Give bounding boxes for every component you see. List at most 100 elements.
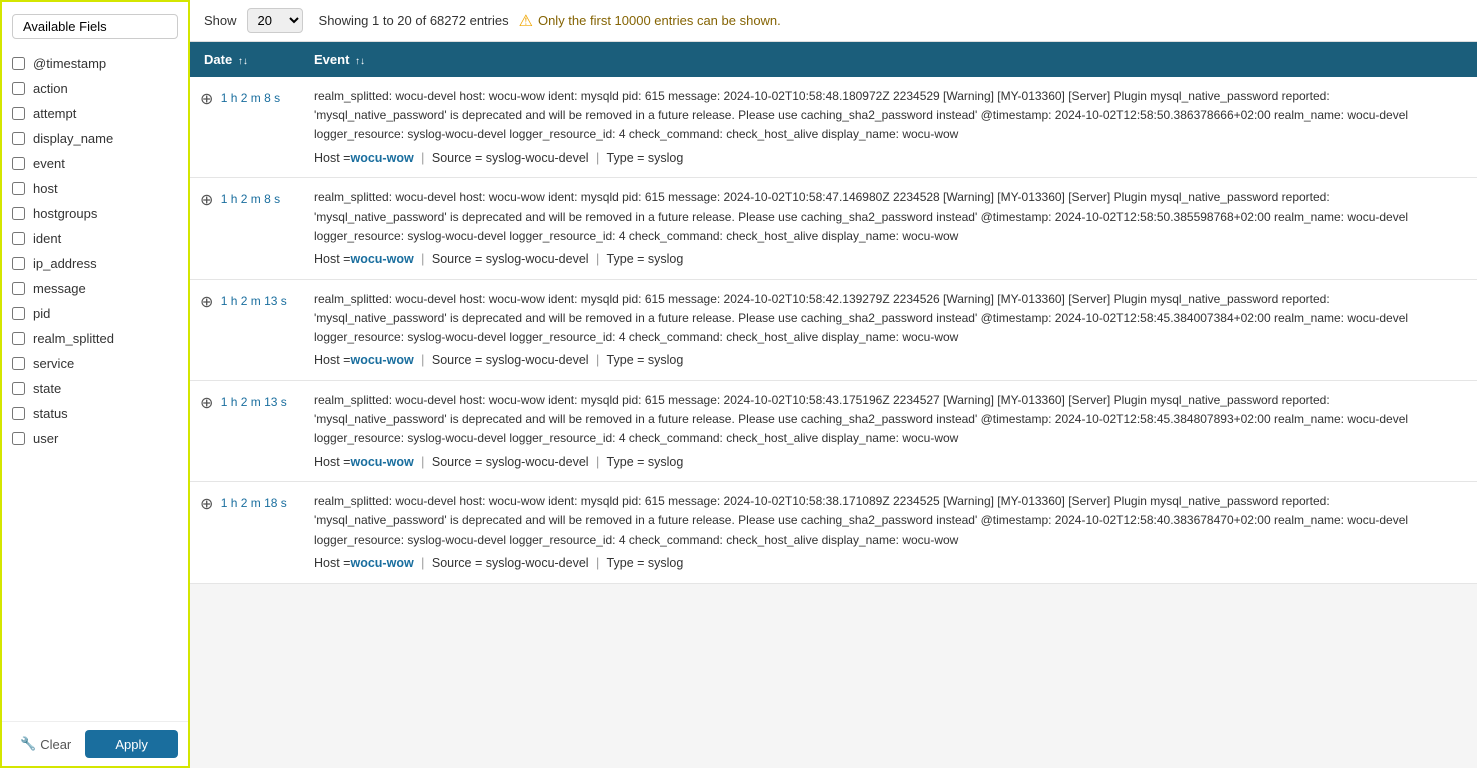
field-label-ip_address: ip_address [33,256,97,271]
field-checkbox-realm_splitted[interactable] [12,332,25,345]
field-checkbox-timestamp[interactable] [12,57,25,70]
field-checkbox-display_name[interactable] [12,132,25,145]
expand-button-2[interactable]: ⊕ [200,292,213,312]
field-checkbox-ident[interactable] [12,232,25,245]
field-item-hostgroups: hostgroups [2,201,188,226]
wrench-icon: 🔧 [20,736,36,752]
field-item-pid: pid [2,301,188,326]
field-item-display_name: display_name [2,126,188,151]
table-row: ⊕ 1 h 2 m 13 s realm_splitted: wocu-deve… [190,380,1477,481]
date-sort-icon: ↑↓ [238,56,248,67]
field-label-status: status [33,406,68,421]
host-value-4: wocu-wow [350,556,413,570]
event-detail-2: realm_splitted: wocu-devel host: wocu-wo… [314,290,1463,348]
field-item-timestamp: @timestamp [2,51,188,76]
main-content: Show 102050100 Showing 1 to 20 of 68272 … [190,0,1477,768]
clear-button[interactable]: 🔧 Clear [12,730,79,758]
field-label-pid: pid [33,306,50,321]
table-header: Date ↑↓ Event ↑↓ [190,42,1477,77]
show-select[interactable]: 102050100 [247,8,303,33]
field-checkbox-host[interactable] [12,182,25,195]
apply-button[interactable]: Apply [85,730,178,758]
field-checkbox-message[interactable] [12,282,25,295]
field-checkbox-service[interactable] [12,357,25,370]
time-cell-2: ⊕ 1 h 2 m 13 s [190,279,300,380]
event-summary-4: Host =wocu-wow | Source = syslog-wocu-de… [314,554,1463,573]
expand-button-0[interactable]: ⊕ [200,89,213,109]
event-detail-4: realm_splitted: wocu-devel host: wocu-wo… [314,492,1463,550]
field-checkbox-event[interactable] [12,157,25,170]
field-checkbox-ip_address[interactable] [12,257,25,270]
topbar: Show 102050100 Showing 1 to 20 of 68272 … [190,0,1477,42]
time-value-4: 1 h 2 m 18 s [221,496,287,510]
events-table: Date ↑↓ Event ↑↓ ⊕ 1 h 2 m 8 s realm_ [190,42,1477,584]
field-checkbox-user[interactable] [12,432,25,445]
host-value-2: wocu-wow [350,353,413,367]
warning-badge: ⚠ Only the first 10000 entries can be sh… [519,11,781,31]
event-cell-1: realm_splitted: wocu-devel host: wocu-wo… [300,178,1477,279]
event-summary-3: Host =wocu-wow | Source = syslog-wocu-de… [314,453,1463,472]
entries-info: Showing 1 to 20 of 68272 entries [319,13,509,28]
expand-button-1[interactable]: ⊕ [200,190,213,210]
field-item-state: state [2,376,188,401]
sidebar: Available Fiels @timestamp action attemp… [0,0,190,768]
field-label-action: action [33,81,68,96]
warning-text: Only the first 10000 entries can be show… [538,13,781,28]
field-item-status: status [2,401,188,426]
event-detail-3: realm_splitted: wocu-devel host: wocu-wo… [314,391,1463,449]
host-value-0: wocu-wow [350,151,413,165]
table-body: ⊕ 1 h 2 m 8 s realm_splitted: wocu-devel… [190,77,1477,583]
fields-list: @timestamp action attempt display_name e… [2,47,188,721]
time-value-2: 1 h 2 m 13 s [221,294,287,308]
table-row: ⊕ 1 h 2 m 18 s realm_splitted: wocu-deve… [190,482,1477,583]
field-label-ident: ident [33,231,61,246]
time-cell-1: ⊕ 1 h 2 m 8 s [190,178,300,279]
field-label-message: message [33,281,86,296]
date-column-header[interactable]: Date ↑↓ [190,42,300,77]
field-item-action: action [2,76,188,101]
field-checkbox-attempt[interactable] [12,107,25,120]
show-label: Show [204,13,237,28]
time-cell-3: ⊕ 1 h 2 m 13 s [190,380,300,481]
field-item-realm_splitted: realm_splitted [2,326,188,351]
field-item-user: user [2,426,188,451]
expand-button-4[interactable]: ⊕ [200,494,213,514]
warning-icon: ⚠ [519,11,533,31]
field-label-attempt: attempt [33,106,76,121]
table-row: ⊕ 1 h 2 m 8 s realm_splitted: wocu-devel… [190,178,1477,279]
event-summary-1: Host =wocu-wow | Source = syslog-wocu-de… [314,250,1463,269]
time-value-0: 1 h 2 m 8 s [221,91,280,105]
table-row: ⊕ 1 h 2 m 8 s realm_splitted: wocu-devel… [190,77,1477,178]
event-cell-3: realm_splitted: wocu-devel host: wocu-wo… [300,380,1477,481]
host-value-3: wocu-wow [350,455,413,469]
field-label-hostgroups: hostgroups [33,206,97,221]
field-item-ip_address: ip_address [2,251,188,276]
available-fields-button[interactable]: Available Fiels [12,14,178,39]
field-checkbox-action[interactable] [12,82,25,95]
event-detail-0: realm_splitted: wocu-devel host: wocu-wo… [314,87,1463,145]
field-label-display_name: display_name [33,131,113,146]
event-summary-2: Host =wocu-wow | Source = syslog-wocu-de… [314,351,1463,370]
time-value-1: 1 h 2 m 8 s [221,192,280,206]
field-checkbox-pid[interactable] [12,307,25,320]
event-cell-4: realm_splitted: wocu-devel host: wocu-wo… [300,482,1477,583]
time-cell-0: ⊕ 1 h 2 m 8 s [190,77,300,178]
field-label-timestamp: @timestamp [33,56,106,71]
field-label-realm_splitted: realm_splitted [33,331,114,346]
event-column-header[interactable]: Event ↑↓ [300,42,1477,77]
field-item-message: message [2,276,188,301]
expand-button-3[interactable]: ⊕ [200,393,213,413]
field-checkbox-state[interactable] [12,382,25,395]
event-detail-1: realm_splitted: wocu-devel host: wocu-wo… [314,188,1463,246]
field-label-state: state [33,381,61,396]
events-table-wrapper: Date ↑↓ Event ↑↓ ⊕ 1 h 2 m 8 s realm_ [190,42,1477,768]
field-label-user: user [33,431,58,446]
time-value-3: 1 h 2 m 13 s [221,395,287,409]
field-label-host: host [33,181,58,196]
field-checkbox-status[interactable] [12,407,25,420]
time-cell-4: ⊕ 1 h 2 m 18 s [190,482,300,583]
event-cell-0: realm_splitted: wocu-devel host: wocu-wo… [300,77,1477,178]
event-sort-icon: ↑↓ [355,56,365,67]
table-row: ⊕ 1 h 2 m 13 s realm_splitted: wocu-deve… [190,279,1477,380]
field-checkbox-hostgroups[interactable] [12,207,25,220]
